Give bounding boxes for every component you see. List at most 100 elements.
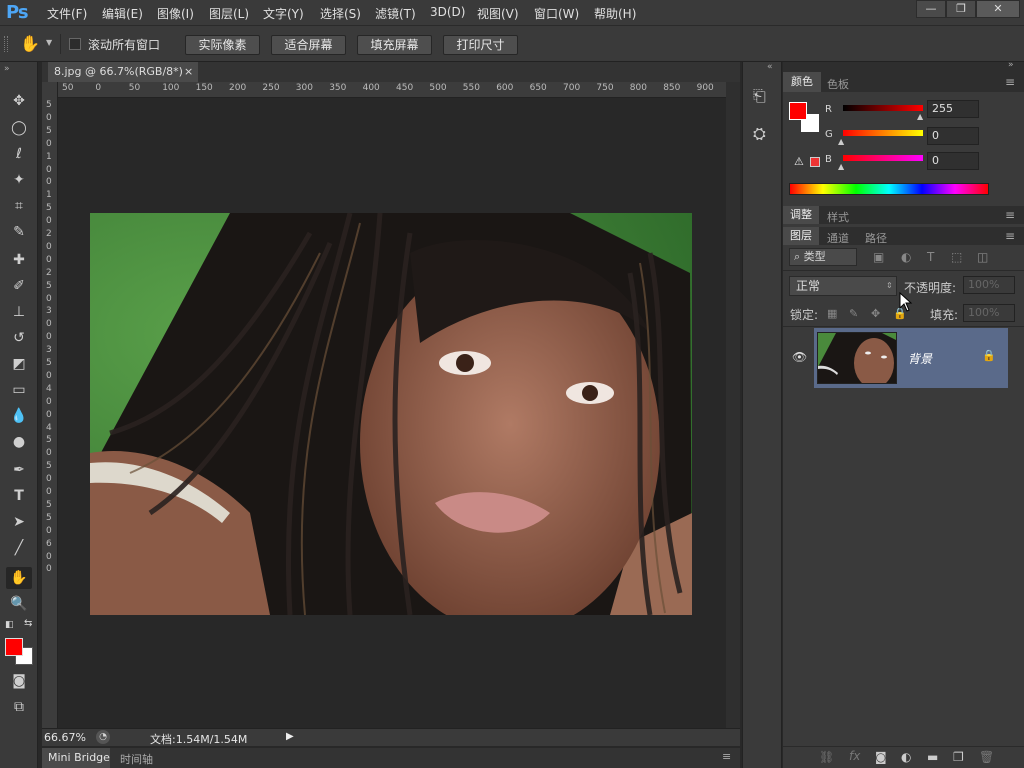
layer-style-icon[interactable]: fx bbox=[849, 749, 860, 763]
dodge-tool-icon[interactable]: ● bbox=[6, 431, 32, 453]
link-layers-icon[interactable]: ⛓ bbox=[819, 750, 834, 764]
menu-layer[interactable]: 图层(L) bbox=[209, 5, 249, 22]
smart-object-filter-icon[interactable]: ◫ bbox=[977, 250, 988, 264]
layer-name[interactable]: 背景 bbox=[908, 350, 932, 367]
quick-mask-icon[interactable]: ◙ bbox=[6, 670, 32, 692]
minimize-button[interactable]: — bbox=[916, 0, 946, 18]
panel-menu-icon[interactable]: ≡ bbox=[1005, 208, 1015, 222]
b-value-field[interactable]: 0 bbox=[927, 152, 979, 170]
default-colors-icon[interactable]: ◧ bbox=[5, 620, 14, 630]
tab-mini-bridge[interactable]: Mini Bridge bbox=[42, 748, 110, 768]
blur-tool-icon[interactable]: 💧 bbox=[6, 405, 32, 427]
pixel-filter-icon[interactable]: ▣ bbox=[873, 250, 884, 264]
color-spectrum-bar[interactable] bbox=[789, 183, 989, 195]
close-tab-icon[interactable]: × bbox=[184, 62, 193, 82]
r-slider[interactable] bbox=[843, 105, 923, 111]
layer-filter-select[interactable]: ⌕ 类型 bbox=[789, 248, 857, 266]
tab-styles[interactable]: 样式 bbox=[827, 209, 849, 225]
tab-color[interactable]: 颜色 bbox=[783, 72, 821, 92]
move-tool-icon[interactable]: ✥ bbox=[6, 90, 32, 112]
hand-tool-active-icon[interactable]: ✋ bbox=[6, 567, 32, 589]
delete-layer-icon[interactable]: 🗑 bbox=[979, 750, 994, 764]
screen-mode-icon[interactable]: ⧉ bbox=[6, 696, 32, 718]
slider-thumb[interactable]: ▲ bbox=[838, 137, 844, 146]
slider-thumb[interactable]: ▲ bbox=[838, 162, 844, 171]
tab-swatches[interactable]: 色板 bbox=[827, 76, 849, 92]
adjustment-filter-icon[interactable]: ◐ bbox=[901, 250, 911, 264]
chevron-down-icon[interactable]: ▼ bbox=[46, 38, 52, 47]
menu-window[interactable]: 窗口(W) bbox=[534, 5, 579, 22]
status-arrow-icon[interactable]: ▶ bbox=[286, 731, 294, 742]
foreground-color-swatch[interactable] bbox=[5, 638, 23, 656]
document-tab[interactable]: 8.jpg @ 66.7%(RGB/8*) × bbox=[48, 62, 198, 82]
scroll-all-checkbox[interactable] bbox=[69, 38, 81, 50]
menu-filter[interactable]: 滤镜(T) bbox=[375, 5, 416, 22]
history-panel-icon[interactable]: ⎗ bbox=[753, 86, 766, 106]
panel-menu-icon[interactable]: ≡ bbox=[1005, 75, 1015, 89]
panel-menu-icon[interactable]: ≡ bbox=[722, 750, 731, 763]
eye-icon[interactable]: 👁 bbox=[792, 350, 807, 364]
type-filter-icon[interactable]: T bbox=[927, 250, 934, 264]
path-select-icon[interactable]: ➤ bbox=[6, 511, 32, 533]
magic-wand-icon[interactable]: ✦ bbox=[6, 169, 32, 191]
grip-handle[interactable] bbox=[4, 36, 8, 52]
eyedropper-icon[interactable]: ✎ bbox=[6, 221, 32, 243]
menu-type[interactable]: 文字(Y) bbox=[263, 5, 304, 22]
new-group-icon[interactable]: ▬ bbox=[927, 750, 938, 764]
tab-timeline[interactable]: 时间轴 bbox=[120, 751, 153, 767]
foreground-color-swatch[interactable] bbox=[789, 102, 807, 120]
crop-tool-icon[interactable]: ⌗ bbox=[6, 195, 32, 217]
menu-select[interactable]: 选择(S) bbox=[320, 5, 361, 22]
tab-paths[interactable]: 路径 bbox=[865, 230, 887, 246]
actual-pixels-button[interactable]: 实际像素 bbox=[185, 35, 260, 55]
gamut-warning-icon[interactable]: ⚠ bbox=[794, 155, 804, 168]
collapse-icon[interactable]: » bbox=[1008, 60, 1014, 70]
menu-file[interactable]: 文件(F) bbox=[47, 5, 87, 22]
collapse-icon[interactable]: » bbox=[4, 64, 10, 74]
line-tool-icon[interactable]: ╱ bbox=[6, 537, 32, 559]
swap-colors-icon[interactable]: ⇆ bbox=[24, 618, 32, 629]
lock-transparent-icon[interactable]: ▦ bbox=[827, 307, 837, 320]
r-value-field[interactable]: 255 bbox=[927, 100, 979, 118]
g-value-field[interactable]: 0 bbox=[927, 127, 979, 145]
tab-channels[interactable]: 通道 bbox=[827, 230, 849, 246]
shape-filter-icon[interactable]: ⬚ bbox=[951, 250, 962, 264]
restore-button[interactable]: ❐ bbox=[946, 0, 976, 18]
menu-3d[interactable]: 3D(D) bbox=[430, 5, 465, 19]
vertical-scrollbar[interactable] bbox=[726, 82, 740, 728]
info-icon[interactable]: ◔ bbox=[96, 730, 110, 744]
zoom-level[interactable]: 66.67% bbox=[44, 731, 86, 744]
hand-tool-icon[interactable]: ✋ bbox=[20, 34, 40, 53]
new-layer-icon[interactable]: ❐ bbox=[953, 750, 964, 764]
document-image[interactable] bbox=[90, 213, 692, 615]
b-slider[interactable] bbox=[843, 155, 923, 161]
healing-brush-icon[interactable]: ✚ bbox=[6, 249, 32, 271]
fill-screen-button[interactable]: 填充屏幕 bbox=[357, 35, 432, 55]
zoom-tool-icon[interactable]: 🔍 bbox=[6, 593, 32, 615]
history-brush-icon[interactable]: ↺ bbox=[6, 327, 32, 349]
clone-stamp-icon[interactable]: ⊥ bbox=[6, 301, 32, 323]
fit-screen-button[interactable]: 适合屏幕 bbox=[271, 35, 346, 55]
type-tool-icon[interactable]: T bbox=[6, 485, 32, 507]
brush-tool-icon[interactable]: ✐ bbox=[6, 275, 32, 297]
lasso-tool-icon[interactable]: ℓ bbox=[6, 143, 32, 165]
layer-row[interactable]: 背景 🔒 bbox=[814, 328, 1008, 388]
new-adjustment-icon[interactable]: ◐ bbox=[901, 750, 911, 764]
slider-thumb[interactable]: ▲ bbox=[917, 112, 923, 121]
eraser-tool-icon[interactable]: ◩ bbox=[6, 353, 32, 375]
collapse-icon[interactable]: « bbox=[767, 62, 773, 72]
gamut-swatch[interactable] bbox=[810, 157, 820, 167]
gradient-tool-icon[interactable]: ▭ bbox=[6, 379, 32, 401]
tab-adjustments[interactable]: 调整 bbox=[783, 206, 819, 224]
tab-layers[interactable]: 图层 bbox=[783, 227, 819, 245]
menu-view[interactable]: 视图(V) bbox=[477, 5, 519, 22]
panel-menu-icon[interactable]: ≡ bbox=[1005, 229, 1015, 243]
close-button[interactable]: ✕ bbox=[976, 0, 1020, 18]
menu-edit[interactable]: 编辑(E) bbox=[102, 5, 143, 22]
properties-panel-icon[interactable]: ⛭ bbox=[753, 124, 766, 144]
marquee-tool-icon[interactable]: ◯ bbox=[6, 117, 32, 139]
menu-help[interactable]: 帮助(H) bbox=[594, 5, 636, 22]
menu-image[interactable]: 图像(I) bbox=[157, 5, 194, 22]
g-slider[interactable] bbox=[843, 130, 923, 136]
add-mask-icon[interactable]: ◙ bbox=[875, 750, 887, 764]
